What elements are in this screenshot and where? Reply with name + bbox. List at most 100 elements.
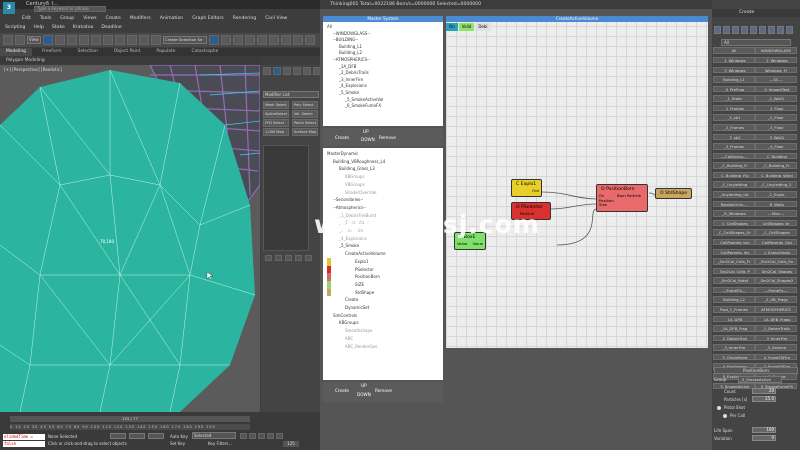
group-button[interactable]: _2_Floor bbox=[755, 114, 797, 121]
group-button[interactable]: WINDOWGLASS bbox=[755, 47, 797, 54]
tree-item[interactable]: SIZE bbox=[327, 280, 386, 289]
group-button[interactable]: _C_CellShapes bbox=[713, 219, 755, 227]
ribbon-tab-populate[interactable]: Populate bbox=[150, 48, 181, 56]
ribbon-tab-object-paint[interactable]: Object Paint bbox=[108, 48, 147, 56]
lights-icon[interactable] bbox=[732, 26, 739, 34]
group-button[interactable]: _2_Windows bbox=[755, 56, 797, 64]
per-call-radio[interactable] bbox=[723, 414, 727, 418]
group-button[interactable]: RenderOnly--- bbox=[713, 200, 755, 208]
key-filters-button[interactable]: Key Filters... bbox=[208, 441, 232, 446]
time-slider[interactable]: 125 / 77 bbox=[10, 416, 250, 422]
tree-item[interactable]: _1A_DFB bbox=[327, 64, 383, 71]
group-button[interactable]: _1A_DFB bbox=[713, 315, 755, 323]
position-born-rollout[interactable]: PositionBorn bbox=[714, 367, 798, 374]
group-button[interactable]: _R_Walls bbox=[755, 200, 797, 208]
tree-item[interactable]: --Secondaries-- bbox=[327, 196, 386, 204]
tree-item[interactable]: _2_DebrisTrails bbox=[327, 70, 383, 77]
group-button[interactable]: _1A_DFB_Frags bbox=[755, 315, 797, 323]
node-port[interactable]: Value Value bbox=[455, 241, 485, 247]
tree-item[interactable]: _5_Smoke bbox=[327, 90, 383, 97]
group-button[interactable]: _4_FumeFXFire bbox=[755, 353, 797, 361]
tree-item[interactable]: Create bbox=[327, 296, 386, 304]
node-position-born[interactable]: O PositionBorn On Born Particle Position … bbox=[596, 184, 648, 212]
menu-item[interactable]: Tools bbox=[40, 16, 51, 21]
create-tab-icon[interactable] bbox=[263, 67, 271, 75]
tree-item[interactable]: CreateActiveVolume bbox=[327, 250, 386, 258]
hierarchy-tab-icon[interactable] bbox=[283, 67, 291, 75]
tree-item[interactable]: KBGroups bbox=[327, 319, 386, 327]
tree-item[interactable]: PositionBorn bbox=[327, 273, 386, 281]
group-button[interactable]: _C_CellShapes bbox=[755, 229, 797, 236]
group-button[interactable]: ---Misc--- bbox=[755, 210, 797, 217]
menu-item[interactable]: Scripting bbox=[5, 25, 25, 30]
group-button[interactable]: _C_Building bbox=[755, 152, 797, 160]
tree-item[interactable]: VBGroups bbox=[327, 181, 386, 189]
dynamic-down-button[interactable]: DOWN bbox=[357, 392, 371, 397]
node-std-shape[interactable]: O StdShape bbox=[655, 188, 692, 199]
unlink-icon[interactable] bbox=[103, 35, 113, 45]
group-button[interactable]: _2_VB_Frags bbox=[755, 296, 797, 303]
maxscript-output[interactable]: false bbox=[3, 441, 45, 447]
master-up-button[interactable]: UP bbox=[363, 129, 369, 134]
dynamic-up-button[interactable]: UP bbox=[361, 383, 367, 388]
render-setup-icon[interactable] bbox=[281, 35, 291, 45]
y-coordinate-field[interactable] bbox=[129, 433, 145, 439]
settings-icon[interactable] bbox=[786, 26, 793, 34]
tree-item[interactable]: ABC_RenderGeo bbox=[327, 343, 386, 351]
group-button[interactable]: _C_CellShapes_Gr bbox=[713, 229, 755, 236]
remove-modifier-icon[interactable] bbox=[295, 255, 302, 261]
modifier-button[interactable]: SplineSelect bbox=[263, 110, 289, 118]
master-down-button[interactable]: DOWN bbox=[361, 137, 375, 142]
rotate-icon[interactable] bbox=[67, 35, 77, 45]
viewport-label[interactable]: [+] [Perspective] [Realistic] bbox=[4, 67, 62, 72]
modifier-button[interactable]: Surface Map bbox=[292, 128, 318, 136]
render-frame-icon[interactable] bbox=[293, 35, 303, 45]
search-input[interactable]: Type a keyword or phrase bbox=[34, 6, 106, 12]
group-button[interactable]: _CellParents_lev bbox=[713, 248, 755, 256]
mirror-icon[interactable] bbox=[209, 35, 219, 45]
tree-item[interactable]: Smoothshape bbox=[327, 327, 386, 335]
group-button[interactable]: _CellParents_brn bbox=[713, 238, 755, 246]
group-button[interactable]: Windows_Fr bbox=[755, 66, 797, 74]
modifier-button[interactable]: Vol. Select bbox=[292, 110, 318, 118]
menu-item[interactable]: Animation bbox=[160, 16, 183, 21]
group-button[interactable]: _2_sb1 bbox=[713, 114, 755, 121]
group-button[interactable]: _3_Volume bbox=[755, 344, 797, 351]
systems-icon[interactable] bbox=[768, 26, 775, 34]
display-tab-icon[interactable] bbox=[303, 67, 311, 75]
tree-item[interactable]: --BUILDING-- bbox=[327, 37, 383, 44]
menu-item[interactable]: Modifiers bbox=[130, 16, 151, 21]
group-button[interactable]: _1_Windows bbox=[713, 56, 755, 64]
modifier-button[interactable]: FFD Select bbox=[263, 119, 289, 127]
tree-item[interactable]: All bbox=[327, 24, 383, 31]
track-bar[interactable]: 0 10 20 30 40 50 60 70 80 90 100 110 120… bbox=[10, 424, 250, 430]
curve-editor-icon[interactable] bbox=[245, 35, 255, 45]
group-button[interactable]: _C_Building_Wind bbox=[755, 171, 797, 179]
material-editor-icon[interactable] bbox=[269, 35, 279, 45]
count-field[interactable]: 20 bbox=[752, 388, 776, 394]
shapes-icon[interactable] bbox=[723, 26, 730, 34]
view-select[interactable]: View bbox=[27, 36, 41, 44]
ribbon-tab-freeform[interactable]: Freeform bbox=[36, 48, 68, 56]
menu-item[interactable]: Stoke bbox=[52, 25, 65, 30]
group-button[interactable]: _1_Static bbox=[713, 95, 755, 102]
group-button[interactable]: _C_Building_Flo bbox=[713, 171, 755, 179]
tree-item[interactable]: --ATMOSPHERICS-- bbox=[327, 57, 383, 64]
create-filter-select[interactable]: All bbox=[721, 39, 791, 46]
menu-item[interactable]: Rendering bbox=[233, 16, 256, 21]
group-button[interactable]: All bbox=[713, 47, 755, 54]
group-button[interactable]: _1_Floor bbox=[755, 104, 797, 112]
group-button[interactable]: ---FumeFX--- bbox=[713, 286, 755, 294]
tree-item[interactable]: _5_SmokeActiveVol bbox=[327, 97, 383, 104]
group-button[interactable]: _3_InnerFire bbox=[713, 344, 755, 351]
next-frame-icon[interactable] bbox=[267, 433, 274, 439]
scale-icon[interactable] bbox=[79, 35, 89, 45]
master-remove-button[interactable]: Remove bbox=[379, 135, 396, 140]
group-button[interactable]: _0_PreFrag bbox=[713, 85, 755, 93]
graph-tab-debi[interactable]: Debi bbox=[475, 23, 491, 31]
max-logo-icon[interactable]: 3 bbox=[3, 2, 15, 14]
tree-item[interactable]: Building_VBRoughness_L4 bbox=[327, 158, 386, 166]
node-port[interactable]: On Born Particle bbox=[597, 193, 647, 199]
group-button[interactable]: _1_Frames bbox=[713, 104, 755, 112]
tree-item[interactable]: _5_Smoke bbox=[327, 242, 386, 250]
